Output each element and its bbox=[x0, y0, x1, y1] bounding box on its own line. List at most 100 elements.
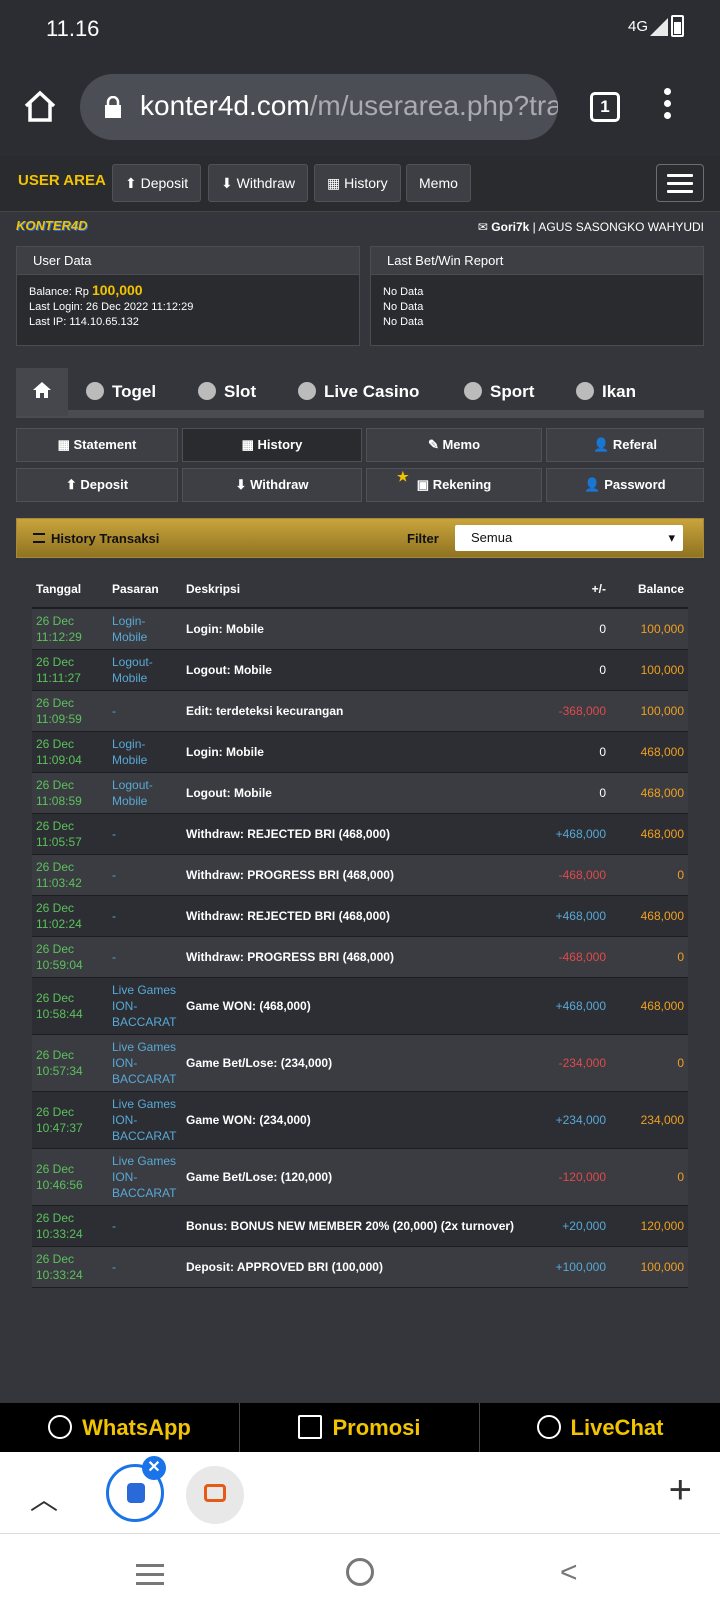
row-date-day: 26 Dec bbox=[36, 696, 75, 710]
site-logo[interactable]: KONTER4D bbox=[16, 218, 88, 233]
row-amount: -368,000 bbox=[524, 690, 610, 732]
memo-button[interactable]: ✎ Memo bbox=[366, 428, 542, 462]
table-row: 26 Dec 11:02:24 - Withdraw: REJECTED BRI (4… bbox=[32, 895, 688, 937]
row-pasaran: - bbox=[108, 895, 182, 937]
history-table: Tanggal Pasaran Deskripsi +/- Balance 26… bbox=[32, 570, 688, 1288]
table-header-row: Tanggal Pasaran Deskripsi +/- Balance bbox=[32, 570, 688, 609]
row-pasaran: - bbox=[108, 936, 182, 978]
balance-line: Balance: Rp 100,000 bbox=[29, 283, 347, 300]
web-page: USER AREA ⬆ Deposit ⬇ Withdraw ▦ History… bbox=[0, 156, 720, 1402]
row-description: Logout: Mobile bbox=[182, 649, 524, 691]
rekening-button[interactable]: ★ ▣ Rekening bbox=[366, 468, 542, 502]
user-fullname: | AGUS SASONGKO WAHYUDI bbox=[529, 220, 704, 234]
row-date: 26 Dec 10:59:04 bbox=[32, 936, 108, 978]
row-pasaran: Logout-Mobile bbox=[108, 649, 182, 691]
filter-select[interactable]: Semua bbox=[455, 525, 683, 551]
fish-icon bbox=[576, 382, 594, 400]
col-balance: Balance bbox=[610, 570, 688, 609]
recents-icon[interactable] bbox=[136, 1564, 164, 1591]
plus-icon[interactable]: + bbox=[669, 1468, 692, 1513]
row-date-day: 26 Dec bbox=[36, 991, 75, 1005]
star-icon: ★ bbox=[397, 469, 409, 484]
whatsapp-button[interactable]: WhatsApp bbox=[0, 1403, 240, 1453]
row-date-day: 26 Dec bbox=[36, 737, 75, 751]
back-icon[interactable]: < bbox=[560, 1556, 578, 1590]
home-circle-icon[interactable] bbox=[346, 1558, 374, 1586]
row-balance: 234,000 bbox=[610, 1091, 688, 1149]
browser-tab-strip: ︿ ✕ + bbox=[0, 1452, 720, 1534]
slot-icon bbox=[198, 382, 216, 400]
filter-label: Filter bbox=[407, 531, 439, 546]
history-button[interactable]: ▦ History bbox=[182, 428, 362, 462]
tab-home[interactable] bbox=[16, 368, 68, 416]
deposit-button[interactable]: ⬆ Deposit bbox=[16, 468, 178, 502]
table-row: 26 Dec 10:33:24 - Deposit: APPROVED BRI (10… bbox=[32, 1246, 688, 1288]
tab-ikan[interactable]: Ikan bbox=[576, 368, 636, 416]
row-pasaran: - bbox=[108, 1205, 182, 1247]
password-button[interactable]: 👤 Password bbox=[546, 468, 704, 502]
memo-label: Memo bbox=[442, 437, 481, 452]
livechat-button[interactable]: LiveChat bbox=[480, 1403, 720, 1453]
promosi-button[interactable]: Promosi bbox=[240, 1403, 480, 1453]
row-date: 26 Dec 11:09:59 bbox=[32, 690, 108, 732]
withdraw-label: Withdraw bbox=[250, 477, 309, 492]
tab-slot[interactable]: Slot bbox=[198, 368, 256, 416]
row-date-time: 11:12:29 bbox=[36, 630, 82, 644]
nav-memo-button[interactable]: Memo bbox=[406, 164, 471, 202]
username: Gori7k bbox=[491, 220, 530, 234]
chevron-up-icon[interactable]: ︿ bbox=[30, 1478, 58, 1518]
row-balance: 468,000 bbox=[610, 977, 688, 1035]
tab-group-item-livechat[interactable] bbox=[186, 1466, 244, 1524]
row-description: Withdraw: PROGRESS BRI (468,000) bbox=[182, 936, 524, 978]
close-icon[interactable]: ✕ bbox=[142, 1456, 166, 1480]
col-pasaran: Pasaran bbox=[108, 570, 182, 609]
history-header: History Transaksi Filter Semua bbox=[16, 518, 704, 558]
row-amount: -468,000 bbox=[524, 936, 610, 978]
row-pasaran: Logout-Mobile bbox=[108, 772, 182, 814]
hamburger-menu-icon[interactable] bbox=[656, 164, 704, 202]
tab-togel[interactable]: Togel bbox=[86, 368, 156, 416]
last-bet-line: No Data bbox=[383, 316, 424, 328]
row-description: Withdraw: REJECTED BRI (468,000) bbox=[182, 813, 524, 855]
row-date-day: 26 Dec bbox=[36, 614, 75, 628]
nav-deposit-button[interactable]: ⬆ Deposit bbox=[112, 164, 202, 202]
nav-history-button[interactable]: ▦ History bbox=[314, 164, 401, 202]
row-description: Login: Mobile bbox=[182, 608, 524, 650]
url-text: konter4d.com/m/userarea.php?tra bbox=[140, 90, 558, 122]
tab-live-casino[interactable]: Live Casino bbox=[298, 368, 419, 416]
tab-switcher-button[interactable]: 1 bbox=[590, 92, 620, 122]
user-data-panel: User Data Balance: Rp 100,000 Last Login… bbox=[16, 246, 360, 346]
dice-icon bbox=[298, 382, 316, 400]
table-row: 26 Dec 11:11:27 Logout-Mobile Logout: Mobil… bbox=[32, 649, 688, 691]
row-date-time: 10:33:24 bbox=[36, 1268, 83, 1282]
table-row: 26 Dec 11:05:57 - Withdraw: REJECTED BRI (4… bbox=[32, 813, 688, 855]
home-icon bbox=[33, 382, 51, 398]
more-menu-icon[interactable] bbox=[664, 88, 672, 124]
tab-sport[interactable]: Sport bbox=[464, 368, 534, 416]
livechat-label: LiveChat bbox=[570, 1415, 664, 1440]
row-amount: +468,000 bbox=[524, 895, 610, 937]
row-date: 26 Dec 10:58:44 bbox=[32, 977, 108, 1035]
livechat-favicon-icon bbox=[204, 1484, 226, 1502]
row-pasaran: - bbox=[108, 690, 182, 732]
nav-memo-label: Memo bbox=[419, 175, 458, 191]
url-bar[interactable]: konter4d.com/m/userarea.php?tra bbox=[80, 74, 558, 140]
statement-button[interactable]: ▦ Statement bbox=[16, 428, 178, 462]
table-row: 26 Dec 10:57:34 Live Games ION-BACCARAT Gam… bbox=[32, 1034, 688, 1092]
home-icon[interactable] bbox=[22, 88, 58, 124]
referal-button[interactable]: 👤 Referal bbox=[546, 428, 704, 462]
site-favicon-icon bbox=[127, 1483, 145, 1503]
game-tabs: Togel Slot Live Casino Sport Ikan bbox=[16, 368, 704, 418]
last-bet-title: Last Bet/Win Report bbox=[371, 247, 703, 275]
last-bet-panel: Last Bet/Win Report No Data No Data No D… bbox=[370, 246, 704, 346]
nav-withdraw-button[interactable]: ⬇ Withdraw bbox=[208, 164, 308, 202]
row-description: Game Bet/Lose: (234,000) bbox=[182, 1034, 524, 1092]
row-date-time: 11:09:59 bbox=[36, 712, 82, 726]
row-description: Game WON: (234,000) bbox=[182, 1091, 524, 1149]
withdraw-button[interactable]: ⬇ Withdraw bbox=[182, 468, 362, 502]
row-date: 26 Dec 10:33:24 bbox=[32, 1205, 108, 1247]
table-row: 26 Dec 10:33:24 - Bonus: BONUS NEW MEMBER 2… bbox=[32, 1205, 688, 1247]
list-icon bbox=[33, 533, 45, 543]
row-pasaran: Live Games ION-BACCARAT bbox=[108, 1148, 182, 1206]
network-type: 4G bbox=[627, 18, 648, 35]
